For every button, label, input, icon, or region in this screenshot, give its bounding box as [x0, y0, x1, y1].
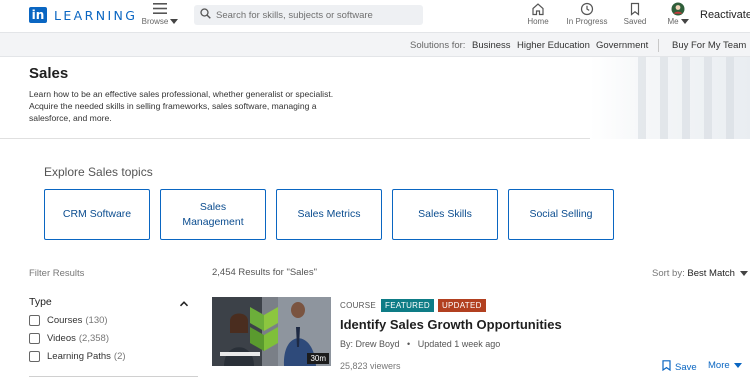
checkbox[interactable] [29, 315, 40, 326]
browse-label: Browse [141, 17, 169, 26]
save-label: Save [675, 361, 697, 373]
topic-card-sales-skills[interactable]: Sales Skills [392, 189, 498, 240]
solutions-link-business[interactable]: Business [472, 40, 511, 51]
nav-in-progress[interactable]: In Progress [565, 2, 609, 26]
topic-label: Sales Management [182, 200, 244, 228]
nav-me-label: Me [667, 17, 679, 26]
solutions-for-label: Solutions for: [410, 40, 466, 51]
page-title: Sales [29, 65, 69, 82]
hero-background-image [590, 57, 750, 139]
logo-mark: in [29, 7, 47, 23]
divider [658, 39, 659, 52]
topic-hero: Sales Learn how to be an effective sales… [0, 57, 750, 139]
filter-option-label: Videos [47, 333, 76, 344]
search-icon [200, 6, 211, 24]
topic-label: Sales Metrics [297, 208, 361, 220]
topic-card-social-selling[interactable]: Social Selling [508, 189, 614, 240]
solutions-link-government[interactable]: Government [596, 40, 648, 51]
nav-home-label: Home [527, 17, 549, 26]
chevron-up-icon[interactable] [179, 296, 189, 307]
search-input[interactable] [216, 9, 416, 21]
solutions-bar: Solutions for: Business Higher Education… [0, 32, 750, 57]
bookmark-icon [623, 2, 647, 16]
results-count: 2,454 Results for "Sales" [212, 267, 317, 278]
browse-menu[interactable]: Browse [140, 3, 180, 26]
chevron-down-icon [739, 270, 748, 276]
course-author: By: Drew Boyd [340, 339, 400, 349]
bullet-separator: • [402, 339, 416, 349]
home-icon [526, 2, 550, 16]
sort-by-dropdown[interactable]: Sort by: Best Match [652, 268, 748, 279]
filter-results-title: Filter Results [29, 268, 85, 279]
clock-icon [565, 2, 609, 16]
nav-me[interactable]: Me [666, 2, 690, 26]
topic-label: Sales Skills [418, 208, 472, 220]
filter-option-learning-paths[interactable]: Learning Paths (2) [29, 351, 126, 362]
sort-by-value: Best Match [687, 268, 735, 279]
nav-saved-label: Saved [623, 17, 647, 26]
reactivate-link[interactable]: Reactivate [700, 9, 750, 21]
topic-label: Social Selling [529, 208, 593, 220]
more-label: More [708, 360, 730, 371]
buy-for-my-team-link[interactable]: Buy For My Team [672, 40, 746, 51]
bookmark-icon [662, 360, 671, 374]
more-button[interactable]: More [708, 360, 742, 371]
checkbox[interactable] [29, 333, 40, 344]
updated-badge: UPDATED [437, 299, 486, 312]
top-navigation: in LEARNING Browse Home In Progress Save… [0, 0, 750, 32]
topic-card-sales-metrics[interactable]: Sales Metrics [276, 189, 382, 240]
filter-option-label: Learning Paths [47, 351, 111, 362]
divider [29, 376, 198, 377]
filter-option-count: (2) [113, 351, 126, 362]
filter-option-count: (130) [85, 315, 108, 326]
hamburger-icon [140, 3, 180, 16]
explore-topics-title: Explore Sales topics [44, 165, 153, 179]
course-title-link[interactable]: Identify Sales Growth Opportunities [340, 317, 562, 332]
logo-text: LEARNING [54, 7, 138, 23]
course-thumbnail[interactable]: 30m [212, 297, 331, 366]
course-byline: By: Drew Boyd • Updated 1 week ago [340, 339, 500, 349]
content-type-label: COURSE [340, 301, 377, 310]
topic-description: Learn how to be an effective sales profe… [29, 89, 334, 123]
sort-by-label: Sort by: [652, 268, 685, 279]
solutions-link-higher-education[interactable]: Higher Education [517, 40, 590, 51]
chevron-down-icon [680, 19, 689, 25]
chevron-down-icon [170, 19, 179, 25]
nav-in-progress-label: In Progress [566, 17, 608, 26]
filter-option-label: Courses [47, 315, 83, 326]
search-bar[interactable] [194, 5, 423, 25]
topic-label: CRM Software [62, 208, 132, 220]
course-updated: Updated 1 week ago [417, 339, 501, 349]
avatar [666, 2, 690, 16]
chevron-down-icon [733, 363, 742, 368]
nav-home[interactable]: Home [526, 2, 550, 26]
linkedin-learning-logo[interactable]: in LEARNING [29, 7, 137, 23]
course-meta: COURSE FEATURED UPDATED [340, 299, 490, 312]
featured-badge: FEATURED [381, 299, 434, 312]
filter-option-courses[interactable]: Courses (130) [29, 315, 108, 326]
course-viewers: 25,823 viewers [340, 361, 401, 371]
topic-card-sales-management[interactable]: Sales Management [160, 189, 266, 240]
save-button[interactable]: Save [662, 360, 697, 374]
nav-saved[interactable]: Saved [623, 2, 647, 26]
filter-option-count: (2,358) [78, 333, 109, 344]
checkbox[interactable] [29, 351, 40, 362]
duration-badge: 30m [307, 353, 329, 364]
filter-option-videos[interactable]: Videos (2,358) [29, 333, 109, 344]
topic-card-crm-software[interactable]: CRM Software [44, 189, 150, 240]
filter-type-heading: Type [29, 296, 52, 308]
